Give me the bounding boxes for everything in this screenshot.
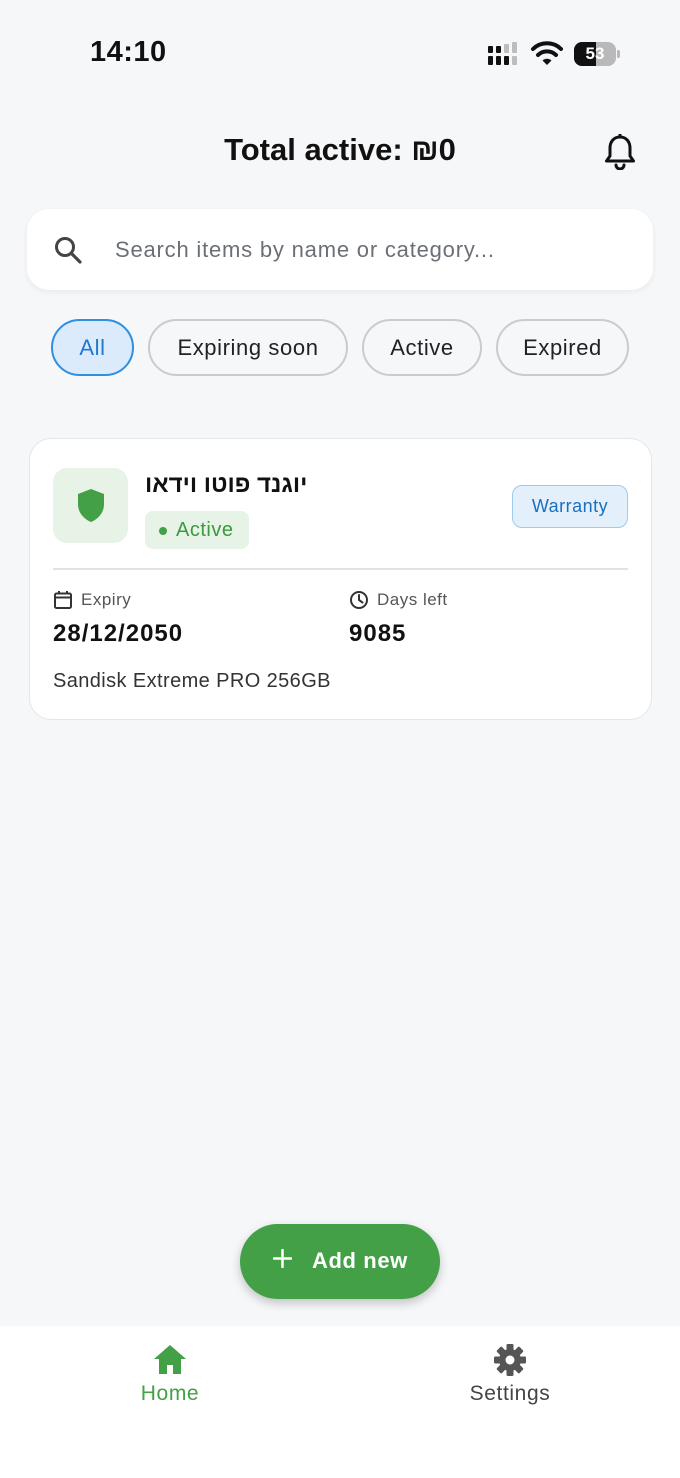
item-card[interactable]: יוגנד פוטו וידאו Active Warranty Expiry … — [29, 438, 652, 720]
status-label: Active — [176, 519, 234, 541]
calendar-icon — [54, 591, 72, 609]
plus-icon — [273, 1249, 292, 1268]
status-badge: Active — [145, 511, 249, 549]
item-title: יוגנד פוטו וידאו — [145, 471, 308, 498]
gear-icon — [494, 1344, 526, 1376]
nav-label-home: Home — [140, 1382, 200, 1405]
cellular-signal-icon — [488, 42, 517, 65]
shield-icon — [78, 489, 104, 522]
type-badge: Warranty — [512, 485, 628, 528]
battery-indicator: 53 — [574, 42, 620, 66]
clock-icon — [350, 591, 368, 609]
battery-body: 53 — [574, 42, 616, 66]
status-time: 14:10 — [90, 36, 167, 68]
item-icon-container — [53, 468, 128, 543]
wifi-icon — [531, 41, 563, 65]
page-title: Total active: ₪0 — [224, 132, 456, 167]
bell-icon[interactable] — [603, 134, 637, 170]
home-icon — [154, 1345, 186, 1374]
search-icon — [55, 237, 82, 264]
bottom-navigation: Home Settings — [0, 1326, 680, 1478]
battery-tip — [617, 50, 620, 58]
filter-chip-expiring-soon[interactable]: Expiring soon — [148, 319, 348, 376]
status-bar: 14:10 53 — [0, 0, 680, 100]
expiry-label: Expiry — [81, 590, 132, 609]
nav-item-home[interactable]: Home — [0, 1326, 340, 1436]
card-divider — [53, 568, 628, 570]
search-bar[interactable] — [27, 209, 653, 290]
nav-item-settings[interactable]: Settings — [340, 1326, 680, 1436]
item-description: Sandisk Extreme PRO 256GB — [53, 670, 331, 692]
days-left-value: 9085 — [349, 620, 407, 647]
battery-percentage: 53 — [585, 44, 605, 63]
search-input[interactable] — [115, 227, 625, 273]
filter-chip-all[interactable]: All — [51, 319, 134, 376]
filter-chip-active[interactable]: Active — [362, 319, 482, 376]
add-new-label: Add new — [312, 1248, 408, 1273]
expiry-value: 28/12/2050 — [53, 620, 184, 647]
filter-chip-expired[interactable]: Expired — [496, 319, 629, 376]
add-new-button[interactable]: Add new — [240, 1224, 440, 1299]
nav-label-settings: Settings — [469, 1382, 551, 1405]
days-left-label: Days left — [377, 590, 448, 609]
status-dot — [159, 527, 167, 535]
